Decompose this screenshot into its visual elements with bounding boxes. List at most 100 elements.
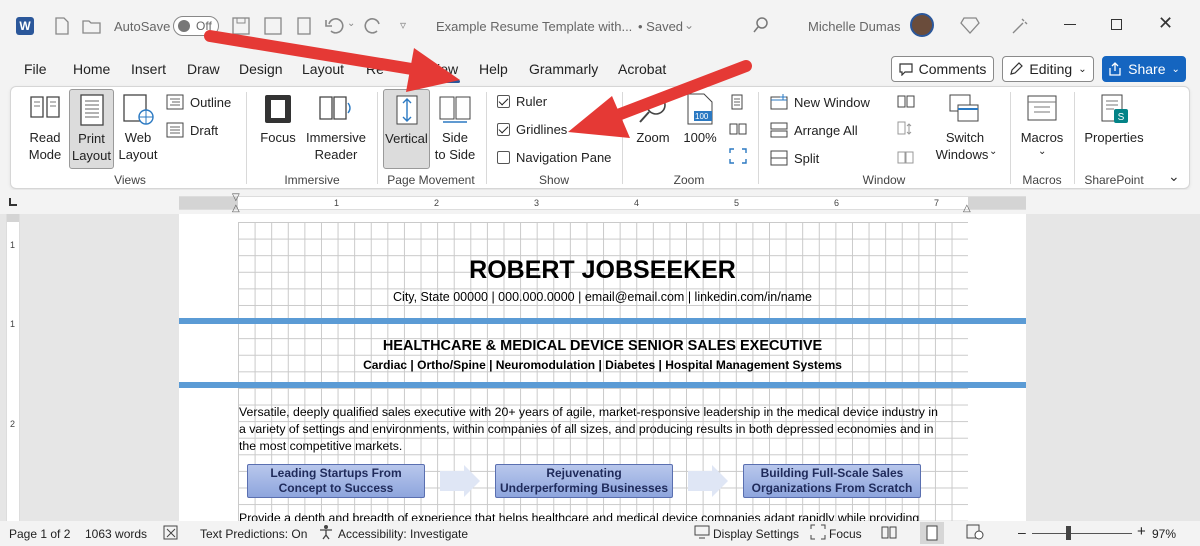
split-button[interactable]: Split <box>770 150 819 166</box>
multiple-pages-icon[interactable] <box>729 121 747 140</box>
arrange-all-button[interactable]: Arrange All <box>770 122 858 138</box>
tab-design[interactable]: Design <box>239 61 283 77</box>
left-indent-marker-icon[interactable]: △ <box>232 203 240 214</box>
page-count[interactable]: Page 1 of 2 <box>9 527 70 541</box>
tab-draw[interactable]: Draw <box>187 61 220 77</box>
zoom-button[interactable]: Zoom <box>632 93 674 153</box>
customize-toolbar-icon[interactable]: ▿ <box>400 18 406 32</box>
print-layout-view-icon[interactable] <box>920 522 944 544</box>
side-to-side-button[interactable]: Side to Side <box>434 93 476 165</box>
zoom-slider-thumb[interactable] <box>1066 526 1071 540</box>
new-document-icon[interactable] <box>54 17 70 35</box>
text-predictions-status[interactable]: Text Predictions: On <box>200 527 307 541</box>
undo-dropdown-icon[interactable]: ⌄ <box>347 18 355 29</box>
autosave-toggle[interactable]: Off <box>173 16 219 36</box>
summary-line[interactable]: Provide a depth and breadth of experienc… <box>239 512 919 521</box>
print-preview-icon[interactable] <box>296 17 314 35</box>
one-page-icon[interactable] <box>729 94 745 113</box>
ruler-checkbox[interactable]: Ruler <box>497 94 547 109</box>
page-width-icon[interactable] <box>729 148 747 167</box>
summary-line[interactable]: the most competitive markets. <box>239 439 402 453</box>
display-settings-icon[interactable] <box>694 525 710 542</box>
side-to-side-icon <box>439 96 471 123</box>
document-title[interactable]: Example Resume Template with... <box>436 19 632 34</box>
word-count[interactable]: 1063 words <box>85 527 147 541</box>
proofing-icon[interactable] <box>163 525 181 544</box>
focus-button[interactable]: Focus <box>257 93 299 165</box>
tab-layout[interactable]: Layout <box>302 61 344 77</box>
tab-acrobat[interactable]: Acrobat <box>618 61 666 77</box>
draft-button[interactable]: Draft <box>166 122 218 138</box>
accessibility-icon[interactable] <box>318 524 334 543</box>
comments-button[interactable]: Comments <box>891 56 994 82</box>
resume-contact-line[interactable]: City, State 00000 | 000.000.0000 | email… <box>179 290 1026 304</box>
save-icon[interactable] <box>232 17 250 35</box>
web-layout-view-icon[interactable] <box>966 524 984 543</box>
focus-mode-icon[interactable] <box>810 524 826 543</box>
tab-selector-icon[interactable] <box>9 198 17 206</box>
accessibility-status[interactable]: Accessibility: Investigate <box>338 527 468 541</box>
summary-line[interactable]: Versatile, deeply qualified sales execut… <box>239 405 938 419</box>
minimize-icon[interactable] <box>1064 24 1076 25</box>
navigation-pane-checkbox[interactable]: Navigation Pane <box>497 150 611 165</box>
read-mode-button[interactable]: Read Mode <box>24 93 66 165</box>
vertical-button[interactable]: Vertical <box>383 89 430 169</box>
highlight-box[interactable]: Leading Startups From Concept to Success <box>247 464 425 498</box>
new-window-button[interactable]: New Window <box>770 94 870 110</box>
undo-icon[interactable] <box>324 16 346 34</box>
avatar[interactable] <box>910 13 934 37</box>
tab-review[interactable]: Re <box>366 61 384 77</box>
print-layout-button[interactable]: Print Layout <box>69 89 114 169</box>
outline-button[interactable]: Outline <box>166 94 231 110</box>
switch-windows-button[interactable]: Switch Windows ⌄ <box>934 93 997 165</box>
immersive-reader-button[interactable]: Immersive Reader <box>304 93 368 165</box>
read-mode-view-icon[interactable] <box>881 524 897 543</box>
tab-home[interactable]: Home <box>73 61 110 77</box>
view-side-by-side-icon[interactable] <box>897 95 915 112</box>
gridlines-checkbox[interactable]: Gridlines <box>497 122 567 137</box>
open-folder-icon[interactable] <box>82 18 102 34</box>
group-label-zoom: Zoom <box>673 173 705 187</box>
diamond-icon[interactable] <box>960 16 980 34</box>
macros-button[interactable]: Macros ⌄ <box>1018 93 1066 165</box>
tab-grammarly[interactable]: Grammarly <box>529 61 598 77</box>
word-logo-icon: W <box>16 17 34 35</box>
maximize-icon[interactable] <box>1111 19 1122 30</box>
synchronous-scrolling-icon[interactable] <box>897 121 915 140</box>
share-button[interactable]: Share ⌄ <box>1102 56 1186 82</box>
chevron-down-icon[interactable]: ⌄ <box>684 18 694 32</box>
web-layout-button[interactable]: Web Layout <box>117 93 159 165</box>
collapse-ribbon-chevron-icon[interactable]: ⌄ <box>1168 168 1180 185</box>
resume-specialties[interactable]: Cardiac | Ortho/Spine | Neuromodulation … <box>179 358 1026 372</box>
reset-window-position-icon[interactable] <box>897 148 915 167</box>
first-line-indent-marker-icon[interactable]: ▽ <box>232 192 240 203</box>
tab-view[interactable]: View <box>428 61 458 77</box>
saved-status[interactable]: • Saved <box>638 19 683 34</box>
close-icon[interactable]: ✕ <box>1158 13 1173 34</box>
editing-mode-button[interactable]: Editing ⌄ <box>1002 56 1094 82</box>
highlight-box[interactable]: Building Full-Scale Sales Organizations F… <box>743 464 921 498</box>
zoom-out-button[interactable]: – <box>1018 524 1026 540</box>
summary-line[interactable]: a variety of settings and environments, … <box>239 422 933 436</box>
zoom-slider-track[interactable] <box>1032 533 1132 534</box>
horizontal-ruler[interactable]: 1 2 3 4 5 6 7 <box>179 196 1026 210</box>
properties-button[interactable]: S Properties <box>1082 93 1146 165</box>
focus-button[interactable]: Focus <box>829 527 862 541</box>
right-indent-marker-icon[interactable]: △ <box>963 203 971 214</box>
tab-file[interactable]: File <box>24 61 47 77</box>
zoom-level[interactable]: 97% <box>1152 527 1176 541</box>
vertical-ruler[interactable]: 1 1 2 <box>6 214 20 521</box>
display-settings-button[interactable]: Display Settings <box>713 527 799 541</box>
save-as-icon[interactable] <box>264 17 282 35</box>
user-name[interactable]: Michelle Dumas <box>808 19 900 34</box>
highlight-box[interactable]: Rejuvenating Underperforming Businesses <box>495 464 673 498</box>
resume-name[interactable]: ROBERT JOBSEEKER <box>179 256 1026 285</box>
zoom-in-button[interactable]: + <box>1137 523 1146 540</box>
designer-wand-icon[interactable] <box>1010 16 1030 36</box>
resume-headline[interactable]: HEALTHCARE & MEDICAL DEVICE SENIOR SALES… <box>179 338 1026 354</box>
redo-icon[interactable] <box>364 16 384 34</box>
zoom-100-button[interactable]: 100 100% <box>680 93 720 153</box>
tab-insert[interactable]: Insert <box>131 61 166 77</box>
tab-help[interactable]: Help <box>479 61 508 77</box>
search-icon[interactable] <box>752 16 770 34</box>
